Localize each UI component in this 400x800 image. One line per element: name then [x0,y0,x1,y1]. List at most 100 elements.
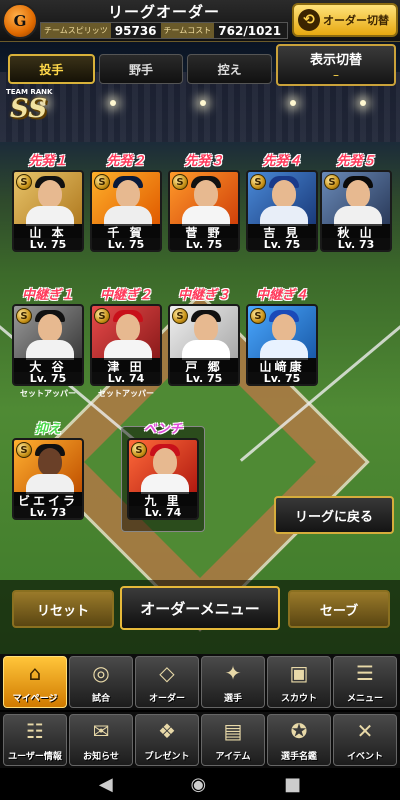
player-level: Lv. 75 [170,238,238,250]
nav-present[interactable]: ❖ プレゼント [135,714,199,766]
player-name: 津 田 [92,358,160,374]
player-card[interactable]: S 菅 野 Lv. 75 [168,170,240,252]
display-switch-button[interactable]: 表示切替 – [276,44,396,86]
spirit-label: チームスピリッツ [41,23,111,38]
player-card[interactable]: S ビエイラ Lv. 73 [12,438,84,520]
user-info-icon: ☷ [26,719,44,743]
tab-pitcher[interactable]: 投手 [8,54,95,84]
starter-slot-4: 先発４ S 吉 見 Lv. 75 [246,150,318,252]
nav-user-info[interactable]: ☷ ユーザー情報 [3,714,67,766]
back-triangle-icon[interactable]: ◀ [99,774,113,795]
player-icon: ✦ [224,661,242,685]
player-level: Lv. 73 [322,238,390,250]
rank-badge-icon: S [16,174,32,190]
rank-badge-icon: S [131,442,147,458]
cost-value: 762/1021 [218,23,282,38]
rank-badge-icon: S [16,442,32,458]
player-card[interactable]: S 秋 山 Lv. 73 [320,170,392,252]
main-nav: ⌂ マイページ ◎ 試合 ◇ オーダー ✦ 選手 ▣ スカウト ☰ メニュー [0,654,400,710]
player-level: Lv. 75 [92,238,160,250]
player-level: Lv. 74 [92,372,160,384]
scout-card-icon: ▣ [289,661,309,685]
gift-icon: ❖ [158,719,176,743]
player-level: Lv. 75 [170,372,238,384]
nav-game[interactable]: ◎ 試合 [69,656,133,708]
rank-badge-icon: S [250,174,266,190]
header-bar: G リーグオーダー チームスピリッツ 95736 チームコスト 762/1021… [0,0,400,42]
spirit-value: 95736 [114,23,157,38]
order-switch-button[interactable]: ⟲ オーダー切替 [292,3,398,37]
recents-square-icon[interactable]: ■ [284,774,301,795]
closer-slot: 抑え S ビエイラ Lv. 73 [12,418,84,520]
nav-order[interactable]: ◇ オーダー [135,656,199,708]
stadium-icon: ◎ [92,661,110,685]
rank-badge-icon: S [94,308,110,324]
player-name: 戸 郷 [170,358,238,374]
player-card[interactable]: S 九 里 Lv. 74 [127,438,199,520]
rank-badge-icon: S [94,174,110,190]
player-name: 九 里 [129,492,197,508]
notice-icon: ✉ [92,719,110,743]
player-card[interactable]: S 吉 見 Lv. 75 [246,170,318,252]
reliever-slot-4: 中継ぎ４ S 山﨑康 Lv. 75 [246,284,318,388]
starter-slot-2: 先発２ S 千 賀 Lv. 75 [90,150,162,252]
player-guide-icon: ✪ [290,719,308,743]
player-card[interactable]: S 大 谷 Lv. 75 [12,304,84,386]
rank-badge-icon: S [172,174,188,190]
tab-reserve[interactable]: 控え [187,54,273,84]
role-label: セットアッパー [20,389,76,398]
starter-slot-1: 先発１ S 山 本 Lv. 75 [12,150,84,252]
nav-item[interactable]: ▤ アイテム [201,714,265,766]
player-name: 秋 山 [322,224,390,240]
player-name: 千 賀 [92,224,160,240]
player-level: Lv. 74 [129,506,197,518]
nav-player[interactable]: ✦ 選手 [201,656,265,708]
team-rank-value: SS [10,94,47,124]
cost-label: チームコスト [160,23,215,38]
starter-slot-5: 先発５ S 秋 山 Lv. 73 [320,150,392,252]
player-card[interactable]: S 戸 郷 Lv. 75 [168,304,240,386]
home-icon: ⌂ [28,661,42,685]
player-card[interactable]: S 山 本 Lv. 75 [12,170,84,252]
nav-scout[interactable]: ▣ スカウト [267,656,331,708]
bench-slot: ベンチ S 九 里 Lv. 74 [127,418,199,520]
system-nav-bar: ◀ ◉ ■ [0,768,400,800]
player-card[interactable]: S 津 田 Lv. 74 [90,304,162,386]
diamond-icon: ◇ [159,661,175,685]
nav-player-guide[interactable]: ✪ 選手名鑑 [267,714,331,766]
home-circle-icon[interactable]: ◉ [191,774,207,795]
position-tabs: 投手 野手 控え [8,54,273,84]
swap-arrows-icon: ⟲ [298,9,320,31]
player-level: Lv. 75 [248,372,316,384]
player-name: 吉 見 [248,224,316,240]
nav-menu[interactable]: ☰ メニュー [333,656,397,708]
player-card[interactable]: S 山﨑康 Lv. 75 [246,304,318,386]
reliever-slot-1: 中継ぎ１ S 大 谷 Lv. 75 セットアッパー [12,284,84,399]
role-label: セットアッパー [98,389,154,398]
reliever-slot-3: 中継ぎ３ S 戸 郷 Lv. 75 [168,284,240,388]
nav-event[interactable]: ✕ イベント [333,714,397,766]
team-stats: チームスピリッツ 95736 チームコスト 762/1021 [40,22,288,39]
rank-badge-icon: S [324,174,340,190]
event-bat-icon: ✕ [356,719,374,743]
player-name: 山﨑康 [248,358,316,374]
player-name: ビエイラ [14,492,82,508]
rank-badge-icon: S [172,308,188,324]
nav-mypage[interactable]: ⌂ マイページ [3,656,67,708]
order-menu-button[interactable]: オーダーメニュー [120,586,280,630]
save-button[interactable]: セーブ [288,590,390,628]
rank-badge-icon: S [16,308,32,324]
player-level: Lv. 73 [14,506,82,518]
back-to-league-button[interactable]: リーグに戻る [274,496,394,534]
reset-button[interactable]: リセット [12,590,114,628]
starter-slot-3: 先発３ S 菅 野 Lv. 75 [168,150,240,252]
nav-notice[interactable]: ✉ お知らせ [69,714,133,766]
player-level: Lv. 75 [14,372,82,384]
player-card[interactable]: S 千 賀 Lv. 75 [90,170,162,252]
rank-badge-icon: S [250,308,266,324]
tab-fielder[interactable]: 野手 [98,54,184,84]
item-book-icon: ▤ [223,719,243,743]
team-logo: G [2,3,38,39]
player-level: Lv. 75 [248,238,316,250]
reliever-slot-2: 中継ぎ２ S 津 田 Lv. 74 セットアッパー [90,284,162,399]
